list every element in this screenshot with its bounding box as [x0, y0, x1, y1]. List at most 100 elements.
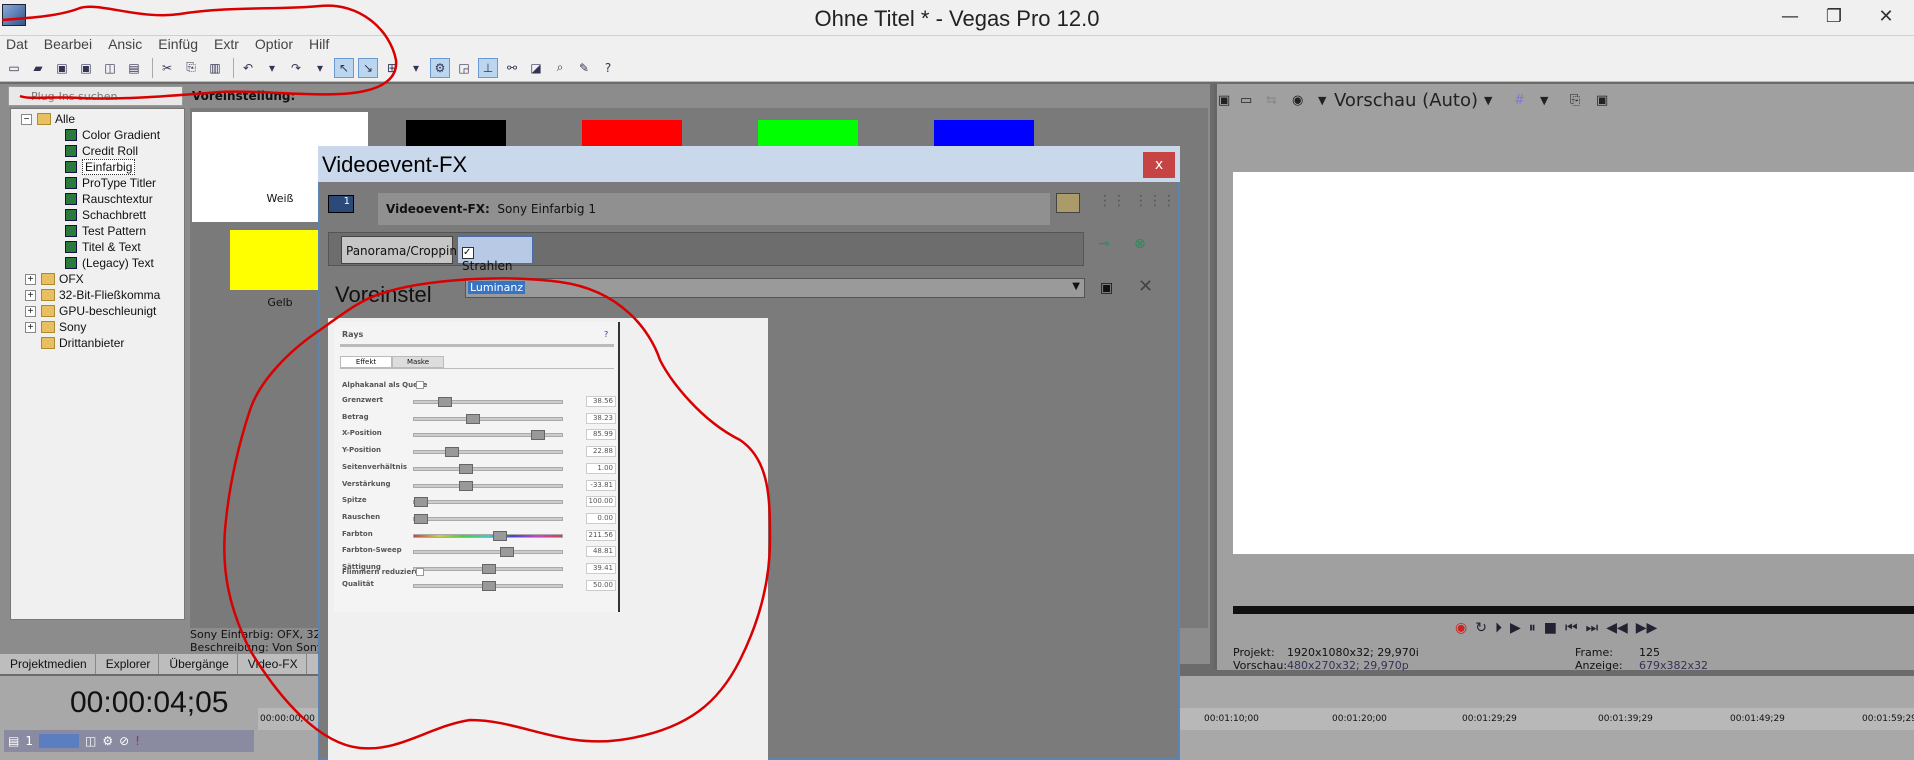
tree-item-color-gradient[interactable]: Color Gradient — [65, 127, 160, 143]
slider-knob[interactable] — [414, 513, 428, 524]
previous-frame-icon[interactable]: ◀◀ — [1606, 620, 1628, 642]
rays-param-value[interactable]: 0.00 — [586, 512, 616, 524]
maximize-button[interactable]: ❐ — [1814, 0, 1854, 32]
add-fx-icon[interactable]: ⊸ — [1098, 236, 1110, 252]
rays-param-slider[interactable] — [413, 397, 563, 407]
normal-edit-tool-icon[interactable]: ↖ — [334, 57, 354, 78]
plugin-search-input[interactable]: Plug-Ins suchen — [8, 86, 183, 106]
chain-item-strahlen[interactable]: ✓Strahlen — [457, 236, 533, 273]
grid-icon[interactable]: # — [1514, 93, 1540, 108]
rays-param-slider[interactable] — [413, 480, 563, 491]
rays-param-slider[interactable] — [413, 413, 563, 424]
tab-projektmedien[interactable]: Projektmedien — [0, 654, 96, 674]
loop-icon[interactable]: ↻ — [1475, 620, 1487, 642]
rays-param-slider[interactable] — [413, 530, 563, 541]
render-icon[interactable]: ◫ — [100, 58, 120, 78]
expand-icon[interactable]: + — [25, 289, 36, 301]
rays-param-slider[interactable] — [413, 580, 563, 591]
rays-param-slider[interactable] — [413, 513, 563, 524]
rays-param-value[interactable]: 39.41 — [586, 563, 616, 574]
rays-param-value[interactable]: 50.00 — [586, 579, 616, 591]
slider-knob[interactable] — [492, 530, 507, 541]
save-snapshot-icon[interactable]: ▣ — [1596, 93, 1622, 108]
alpha-checkbox[interactable] — [416, 381, 424, 389]
tree-item-einfarbig[interactable]: Einfarbig — [65, 159, 136, 175]
slider-knob[interactable] — [414, 497, 428, 508]
fx-list-icon[interactable]: ⋮⋮⋮ — [1134, 193, 1176, 213]
delete-preset-icon[interactable]: ✕ — [1138, 276, 1153, 297]
monitor-icon[interactable]: ▭ — [1240, 93, 1266, 108]
tree-item-test-pattern[interactable]: Test Pattern — [65, 223, 146, 239]
undo-icon[interactable]: ↶ — [238, 58, 258, 78]
tree-item-schachbrett[interactable]: Schachbrett — [65, 207, 146, 223]
rays-param-slider[interactable] — [413, 497, 563, 508]
pause-icon[interactable]: ⏸ — [1529, 620, 1536, 642]
overlay-icon[interactable]: ◉ — [1292, 93, 1318, 108]
rays-param-value[interactable]: 100.00 — [586, 496, 616, 508]
save-icon[interactable]: ▣ — [52, 58, 72, 78]
redo-dropdown-icon[interactable]: ▾ — [310, 58, 330, 78]
menu-tools[interactable]: Extr — [214, 36, 239, 52]
slider-knob[interactable] — [445, 447, 460, 458]
lock-envelope-icon[interactable]: ◪ — [526, 58, 546, 78]
track-solo-icon[interactable]: ! — [135, 734, 140, 748]
track-name-field[interactable] — [38, 734, 79, 748]
rays-param-value[interactable]: 38.56 — [586, 396, 616, 407]
menu-file[interactable]: Dat — [6, 36, 28, 52]
slider-knob[interactable] — [499, 547, 514, 558]
preset-dropdown-icon[interactable]: ▼ — [1072, 281, 1080, 292]
play-from-start-icon[interactable]: ⏵ — [1495, 620, 1502, 642]
rays-param-slider[interactable] — [413, 564, 563, 574]
tree-item-32bit[interactable]: +32-Bit-Fließkomma — [25, 287, 160, 303]
copy-icon[interactable]: ⎘ — [181, 58, 201, 78]
overlay-dropdown-icon[interactable]: ▼ — [1318, 94, 1334, 107]
slider-knob[interactable] — [438, 397, 453, 407]
undo-dropdown-icon[interactable]: ▾ — [262, 58, 282, 78]
slider-knob[interactable] — [458, 480, 473, 491]
track-mute-icon[interactable]: ⊘ — [119, 734, 129, 748]
expand-icon[interactable]: + — [25, 305, 36, 317]
zoom-icon[interactable]: ⌕ — [550, 58, 570, 78]
go-to-start-icon[interactable]: ⏮ — [1565, 620, 1578, 642]
remove-fx-icon[interactable]: ⊗ — [1134, 236, 1146, 252]
rays-param-value[interactable]: 48.81 — [586, 546, 616, 558]
tab-uebergaenge[interactable]: Übergänge — [159, 654, 238, 674]
collapse-icon[interactable]: − — [21, 113, 32, 125]
rays-param-value[interactable]: -33.81 — [586, 479, 616, 491]
dialog-close-button[interactable]: x — [1143, 152, 1175, 178]
grid-dropdown-icon[interactable]: ▼ — [1540, 94, 1570, 107]
paste-icon[interactable]: ▥ — [205, 58, 225, 78]
open-icon[interactable]: ▰ — [28, 58, 48, 78]
rays-param-slider[interactable] — [413, 447, 563, 458]
minimize-button[interactable]: — — [1770, 0, 1810, 32]
tab-video-fx[interactable]: Video-FX — [238, 654, 307, 674]
tab-explorer[interactable]: Explorer — [96, 654, 160, 674]
record-icon[interactable]: ◉ — [1455, 620, 1467, 642]
tree-item-rauschtextur[interactable]: Rauschtextur — [65, 191, 153, 207]
tree-item-alle[interactable]: − Alle — [21, 111, 75, 127]
rays-param-value[interactable]: 211.56 — [586, 529, 616, 541]
snap-icon[interactable]: ⊥ — [478, 57, 498, 78]
bypass-checkbox[interactable]: ✓ — [462, 247, 474, 259]
auto-ripple-icon[interactable]: ⚙ — [430, 57, 450, 78]
expand-icon[interactable]: + — [25, 273, 36, 285]
menu-view[interactable]: Ansic — [108, 36, 142, 52]
rays-param-slider[interactable] — [413, 463, 563, 474]
edit-tool-icon[interactable]: ✎ — [574, 58, 594, 78]
save-preset-icon[interactable]: ▣ — [1100, 280, 1113, 296]
rays-param-value[interactable]: 1.00 — [586, 462, 616, 474]
rays-param-value[interactable]: 85.99 — [586, 429, 616, 441]
flicker-checkbox[interactable] — [416, 568, 424, 576]
tree-item-drittanbieter[interactable]: Drittanbieter — [41, 335, 124, 351]
tree-item-credit-roll[interactable]: Credit Roll — [65, 143, 138, 159]
chain-item-panorama[interactable]: Panorama/Cropping — [341, 236, 465, 264]
play-icon[interactable]: ▶ — [1510, 620, 1521, 642]
ripple-mode-icon[interactable]: ◲ — [454, 58, 474, 78]
tree-item-protype-titler[interactable]: ProType Titler — [65, 175, 156, 191]
preset-combo[interactable]: Luminanz ▼ — [465, 278, 1085, 298]
rays-param-slider[interactable] — [413, 547, 563, 558]
envelope-tool-icon[interactable]: ↘ — [358, 57, 378, 78]
menu-edit[interactable]: Bearbei — [44, 36, 92, 52]
rays-help-icon[interactable]: ? — [604, 330, 608, 339]
slider-knob[interactable] — [482, 564, 496, 574]
